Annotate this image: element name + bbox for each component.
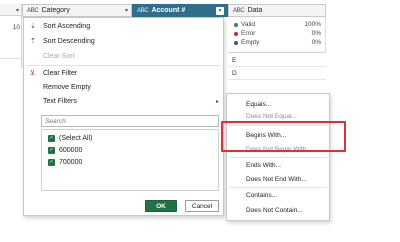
text-type-icon[interactable]: ABC [233, 8, 245, 14]
chevron-down-icon[interactable]: ▾ [16, 7, 19, 14]
quality-empty: Empty 0% [234, 38, 321, 47]
menu-item-label: Remove Empty [43, 83, 91, 91]
list-item-label: 700000 [59, 158, 83, 166]
submenu-item-label: Ends With... [246, 162, 282, 169]
menu-item-sort-descending[interactable]: ⇡ Sort Descending [24, 34, 223, 48]
column-quality-panel: Valid 100% Error 0% Empty 0% [228, 17, 326, 53]
checkbox-checked-icon[interactable]: ✓ [48, 146, 55, 154]
column-header-account[interactable]: ABC Account # ▼ [132, 4, 228, 17]
ok-button[interactable]: OK [145, 200, 177, 212]
clear-filter-icon: ⊻ [30, 69, 36, 77]
submenu-item-label: Does Not End With... [246, 176, 307, 183]
cancel-button[interactable]: Cancel [185, 200, 219, 212]
submenu-item-label: Does Not Equal... [246, 113, 297, 120]
quality-percent: 0% [311, 39, 321, 46]
submenu-item-equals[interactable]: Equals... [227, 99, 329, 110]
column-header-data[interactable]: ABC Data [228, 4, 326, 17]
submenu-item-label: Does Not Contain... [246, 207, 303, 214]
quality-label: Error [241, 30, 256, 37]
left-column-cell: 10 [12, 24, 20, 31]
text-filters-submenu: Equals... Does Not Equal... Begins With.… [226, 93, 330, 221]
sort-ascending-icon: ⇣ [30, 22, 36, 30]
filter-menu: ⇣ Sort Ascending ⇡ Sort Descending Clear… [23, 17, 224, 216]
quality-valid: Valid 100% [234, 20, 321, 29]
menu-item-sort-ascending[interactable]: ⇣ Sort Ascending [24, 19, 223, 33]
submenu-item-label: Contains... [246, 192, 278, 199]
search-input[interactable] [41, 115, 219, 127]
submenu-item-does-not-end-with[interactable]: Does Not End With... [227, 174, 329, 185]
valid-dot-icon [234, 22, 238, 27]
column-header-category[interactable]: ABC Category ▾ [22, 4, 132, 17]
column-header-label: Category [41, 7, 70, 14]
error-dot-icon [234, 31, 238, 36]
chevron-down-icon[interactable]: ▾ [125, 7, 128, 14]
list-item[interactable]: ✓ 700000 [48, 157, 82, 167]
menu-item-remove-empty[interactable]: Remove Empty [24, 80, 223, 94]
submenu-item-does-not-contain[interactable]: Does Not Contain... [227, 205, 329, 216]
menu-item-label: Text Filters [43, 97, 77, 105]
filter-dropdown-icon[interactable]: ▼ [216, 6, 224, 15]
text-type-icon[interactable]: ABC [137, 8, 149, 14]
menu-item-label: Sort Ascending [43, 22, 91, 30]
data-cell: D [232, 70, 237, 77]
list-item[interactable]: ✓ 600000 [48, 145, 82, 155]
quality-error: Error 0% [234, 29, 321, 38]
menu-item-label: Clear Sort [43, 52, 75, 60]
sort-descending-icon: ⇡ [30, 37, 36, 45]
list-item-label: 600000 [59, 146, 83, 154]
highlight-box [221, 121, 346, 152]
value-list: ✓ (Select All) ✓ 600000 ✓ 700000 [41, 129, 219, 191]
grid-divider [0, 58, 22, 59]
grid-divider [228, 66, 326, 67]
data-cell: E [232, 57, 237, 64]
column-header-label: Account # [151, 7, 186, 14]
quality-percent: 0% [311, 30, 321, 37]
menu-divider [229, 187, 327, 188]
chevron-right-icon: ▸ [215, 98, 219, 105]
quality-label: Valid [241, 21, 255, 28]
list-item-label: (Select All) [59, 134, 93, 142]
menu-item-label: Clear Filter [43, 69, 78, 77]
menu-item-text-filters[interactable]: Text Filters ▸ [24, 94, 223, 108]
checkbox-checked-icon[interactable]: ✓ [48, 134, 55, 142]
text-type-icon[interactable]: ABC [27, 8, 39, 14]
menu-item-clear-sort[interactable]: Clear Sort [24, 49, 223, 63]
submenu-item-ends-with[interactable]: Ends With... [227, 160, 329, 171]
menu-item-label: Sort Descending [43, 37, 95, 45]
left-column-header[interactable]: ▾ [0, 4, 21, 16]
checkbox-checked-icon[interactable]: ✓ [48, 158, 55, 166]
quality-label: Empty [241, 39, 260, 46]
menu-divider [229, 157, 327, 158]
column-header-label: Data [247, 7, 263, 14]
empty-dot-icon [234, 40, 238, 45]
menu-item-clear-filter[interactable]: ⊻ Clear Filter [24, 66, 223, 80]
grid-divider [228, 79, 326, 80]
quality-percent: 100% [304, 21, 321, 28]
submenu-item-contains[interactable]: Contains... [227, 190, 329, 201]
submenu-item-label: Equals... [246, 101, 272, 108]
list-item-select-all[interactable]: ✓ (Select All) [48, 133, 92, 143]
